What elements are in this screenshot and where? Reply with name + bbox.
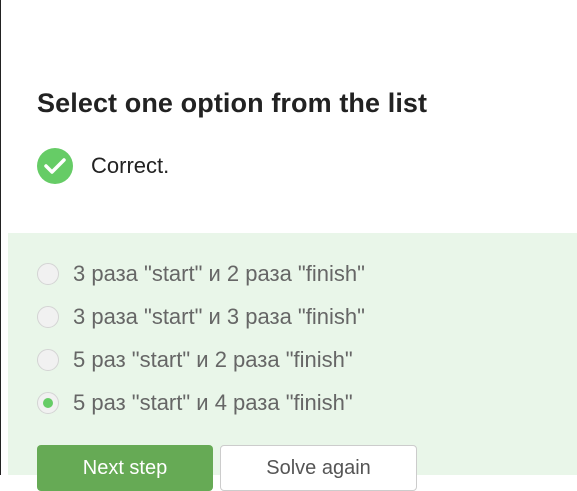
feedback-row: Correct.	[37, 148, 169, 184]
checkmark-icon	[37, 148, 73, 184]
feedback-text: Correct.	[91, 153, 170, 178]
radio-button[interactable]	[37, 263, 59, 285]
option-1[interactable]: 3 раза "start" и 2 раза "finish"	[37, 261, 365, 287]
radio-button[interactable]	[37, 349, 59, 371]
question-title: Select one option from the list	[37, 88, 428, 118]
option-label: 5 раз "start" и 2 раза "finish"	[73, 347, 353, 372]
option-2[interactable]: 3 раза "start" и 3 раза "finish"	[37, 304, 365, 330]
option-4[interactable]: 5 раз "start" и 4 раза "finish"	[37, 390, 353, 416]
option-label: 3 раза "start" и 3 раза "finish"	[73, 304, 365, 329]
solve-again-button[interactable]: Solve again	[220, 445, 417, 491]
option-label: 5 раз "start" и 4 раза "finish"	[73, 390, 353, 415]
radio-selected-dot	[43, 398, 53, 408]
option-label: 3 раза "start" и 2 раза "finish"	[73, 261, 365, 286]
window-left-border	[0, 0, 1, 475]
next-step-button[interactable]: Next step	[37, 445, 213, 491]
radio-button-selected[interactable]	[37, 392, 59, 414]
radio-button[interactable]	[37, 306, 59, 328]
option-3[interactable]: 5 раз "start" и 2 раза "finish"	[37, 347, 353, 373]
